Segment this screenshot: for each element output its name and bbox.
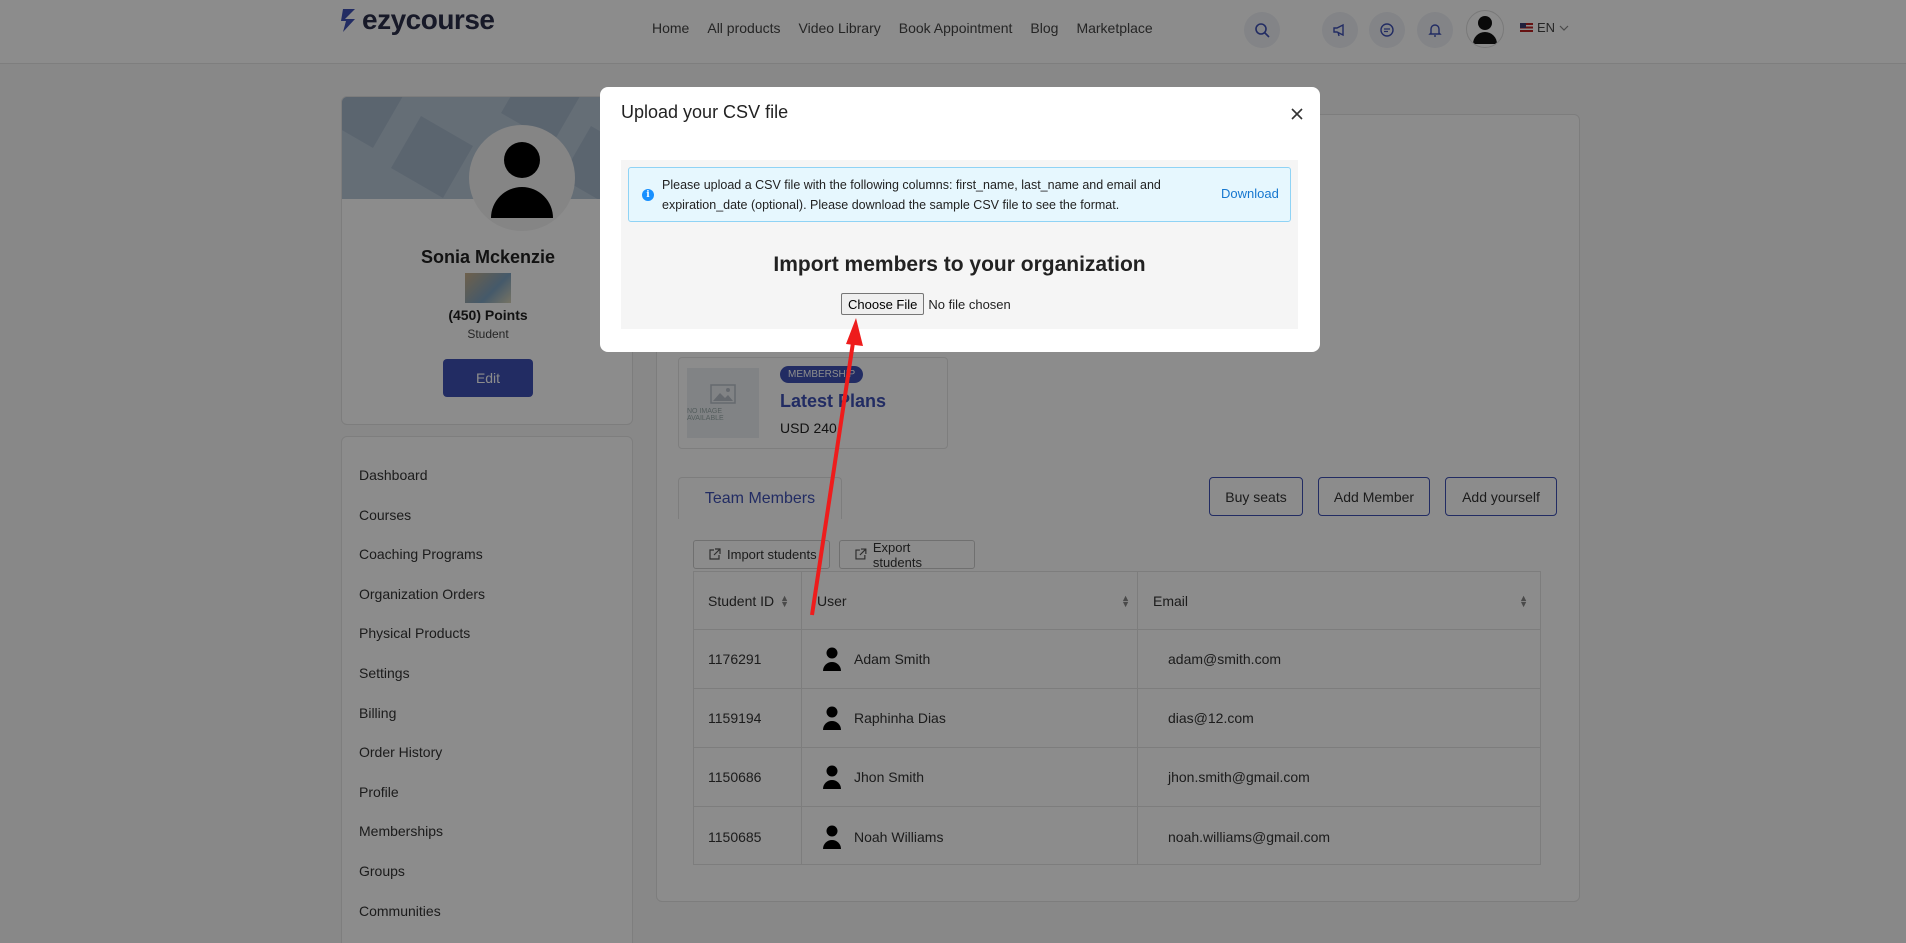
info-alert: i Please upload a CSV file with the foll… <box>628 167 1291 222</box>
file-status-text: No file chosen <box>928 296 1011 312</box>
download-sample-link[interactable]: Download <box>1221 186 1279 201</box>
info-icon: i <box>642 189 654 201</box>
choose-file-button[interactable]: Choose File <box>841 293 925 315</box>
modal-body: i Please upload a CSV file with the foll… <box>621 160 1298 329</box>
import-heading: Import members to your organization <box>773 253 1146 276</box>
modal-title: Upload your CSV file <box>621 102 789 122</box>
file-input[interactable]: Choose File No file chosen <box>841 293 1011 315</box>
upload-csv-modal: Upload your CSV file i Please upload a C… <box>600 87 1320 352</box>
close-button[interactable] <box>1286 103 1308 125</box>
close-icon <box>1291 108 1303 120</box>
alert-text: Please upload a CSV file with the follow… <box>662 178 1161 212</box>
